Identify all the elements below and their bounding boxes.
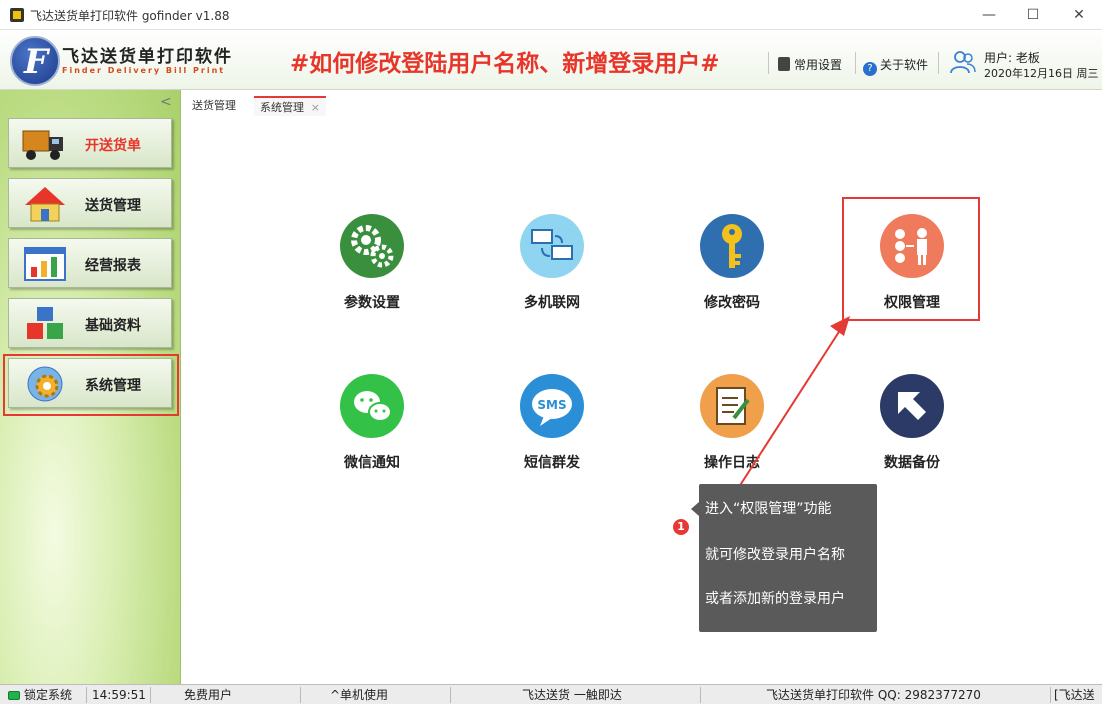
bar-chart-icon bbox=[24, 247, 66, 281]
maximize-button[interactable]: ☐ bbox=[1010, 0, 1056, 30]
current-date: 2020年12月16日 周三 bbox=[984, 67, 1099, 80]
callout-line: 就可修改登录用户名称 bbox=[705, 547, 845, 563]
tile-change-password[interactable]: 修改密码 bbox=[677, 214, 787, 324]
step-badge: 1 bbox=[671, 517, 691, 537]
log-icon bbox=[700, 374, 764, 438]
lock-label: 锁定系统 bbox=[24, 688, 73, 702]
tile-wechat-notify[interactable]: 微信通知 bbox=[317, 374, 427, 484]
permission-highlight-box bbox=[842, 197, 980, 321]
tile-multi-network[interactable]: 多机联网 bbox=[497, 214, 607, 324]
gears-icon bbox=[340, 214, 404, 278]
logo-icon: F bbox=[10, 36, 60, 86]
callout-tooltip: 进入“权限管理”功能 就可修改登录用户名称 或者添加新的登录用户 bbox=[691, 484, 877, 632]
backup-arrow-icon bbox=[880, 374, 944, 438]
status-user-type: 免费用户 bbox=[184, 688, 233, 702]
status-divider bbox=[86, 687, 87, 703]
truck-icon bbox=[22, 130, 63, 160]
close-button[interactable]: ✕ bbox=[1056, 0, 1102, 30]
status-divider bbox=[150, 687, 151, 703]
tile-data-backup[interactable]: 数据备份 bbox=[857, 374, 967, 484]
sidebar-item-label: 开送货单 bbox=[85, 138, 141, 154]
sidebar-item-label: 经营报表 bbox=[85, 258, 141, 274]
sidebar-collapse-icon[interactable]: < bbox=[160, 94, 172, 110]
sidebar-item-reports[interactable]: 经营报表 bbox=[8, 238, 172, 288]
tile-sms-broadcast[interactable]: SMS 短信群发 bbox=[497, 374, 607, 484]
sidebar-item-delivery-management[interactable]: 送货管理 bbox=[8, 178, 172, 228]
app-header: F 飞达送货单打印软件 Finder Delivery Bill Print #… bbox=[0, 30, 1102, 90]
sidebar-item-new-delivery[interactable]: 开送货单 bbox=[8, 118, 172, 168]
window-title: 飞达送货单打印软件 gofinder v1.88 bbox=[30, 9, 230, 23]
cubes-icon bbox=[27, 307, 63, 339]
status-bar: 锁定系统 14:59:51 免费用户 ^单机使用 飞达送货 一触即达 飞达送货单… bbox=[0, 684, 1102, 704]
minimize-button[interactable]: — bbox=[966, 0, 1012, 30]
key-icon bbox=[700, 214, 764, 278]
tab-system-management[interactable]: 系统管理 × bbox=[254, 96, 326, 116]
status-extra: [飞达送 bbox=[1054, 688, 1095, 702]
settings-icon bbox=[778, 57, 790, 71]
users-icon bbox=[950, 51, 976, 74]
tile-label: 修改密码 bbox=[704, 295, 760, 311]
header-divider bbox=[855, 52, 856, 74]
tile-operation-log[interactable]: 操作日志 bbox=[677, 374, 787, 484]
status-time: 14:59:51 bbox=[92, 688, 146, 702]
sidebar-highlight-box bbox=[3, 354, 179, 416]
current-user: 用户: 老板 bbox=[984, 51, 1040, 65]
house-icon bbox=[25, 187, 65, 222]
sms-icon: SMS bbox=[520, 374, 584, 438]
tile-parameter-settings[interactable]: 参数设置 bbox=[317, 214, 427, 324]
settings-button[interactable]: 常用设置 bbox=[778, 56, 842, 73]
status-mode: ^单机使用 bbox=[330, 688, 389, 702]
main-content: 送货管理 系统管理 × 参数设置 多机联网 修改密码 权限管理 微信通知 SMS… bbox=[182, 90, 1102, 684]
status-divider bbox=[300, 687, 301, 703]
tile-label: 短信群发 bbox=[524, 455, 580, 471]
sidebar-item-label: 基础资料 bbox=[85, 318, 141, 334]
wechat-icon bbox=[340, 374, 404, 438]
network-icon bbox=[520, 214, 584, 278]
tab-close-icon[interactable]: × bbox=[311, 98, 320, 118]
sidebar: < 开送货单 送货管理 经营报表 基础资料 系统管理 bbox=[0, 90, 181, 684]
window-titlebar: 飞达送货单打印软件 gofinder v1.88 — ☐ ✕ bbox=[0, 0, 1102, 30]
header-divider bbox=[938, 52, 939, 74]
logo-title: 飞达送货单打印软件 bbox=[62, 47, 233, 67]
status-contact: 飞达送货单打印软件 QQ: 2982377270 bbox=[766, 688, 981, 702]
tab-delivery-management[interactable]: 送货管理 bbox=[186, 96, 242, 116]
settings-label: 常用设置 bbox=[794, 58, 843, 72]
tile-label: 操作日志 bbox=[704, 455, 760, 471]
tab-bar: 送货管理 系统管理 × bbox=[182, 96, 1102, 116]
callout-line: 进入“权限管理”功能 bbox=[705, 501, 832, 517]
header-divider bbox=[768, 52, 769, 74]
status-slogan: 飞达送货 一触即达 bbox=[522, 688, 622, 702]
about-button[interactable]: ? 关于软件 bbox=[863, 56, 928, 76]
logo-subtitle: Finder Delivery Bill Print bbox=[62, 66, 226, 75]
tile-label: 多机联网 bbox=[524, 295, 580, 311]
sidebar-item-label: 送货管理 bbox=[85, 198, 141, 214]
about-icon: ? bbox=[863, 62, 877, 76]
callout-line: 或者添加新的登录用户 bbox=[705, 591, 845, 607]
app-icon bbox=[10, 8, 24, 22]
status-divider bbox=[1050, 687, 1051, 703]
sidebar-item-basic-data[interactable]: 基础资料 bbox=[8, 298, 172, 348]
svg-text:SMS: SMS bbox=[537, 398, 566, 412]
status-divider bbox=[700, 687, 701, 703]
tile-label: 数据备份 bbox=[884, 455, 940, 471]
tile-label: 微信通知 bbox=[344, 455, 400, 471]
tab-label: 系统管理 bbox=[260, 101, 304, 114]
lock-system-button[interactable]: 锁定系统 bbox=[8, 687, 84, 703]
headline-banner: #如何修改登陆用户名称、新增登录用户# bbox=[290, 51, 720, 77]
logo-letter: F bbox=[24, 42, 49, 82]
lock-indicator-icon bbox=[8, 691, 20, 700]
status-divider bbox=[450, 687, 451, 703]
tile-label: 参数设置 bbox=[344, 295, 400, 311]
about-label: 关于软件 bbox=[880, 58, 929, 72]
